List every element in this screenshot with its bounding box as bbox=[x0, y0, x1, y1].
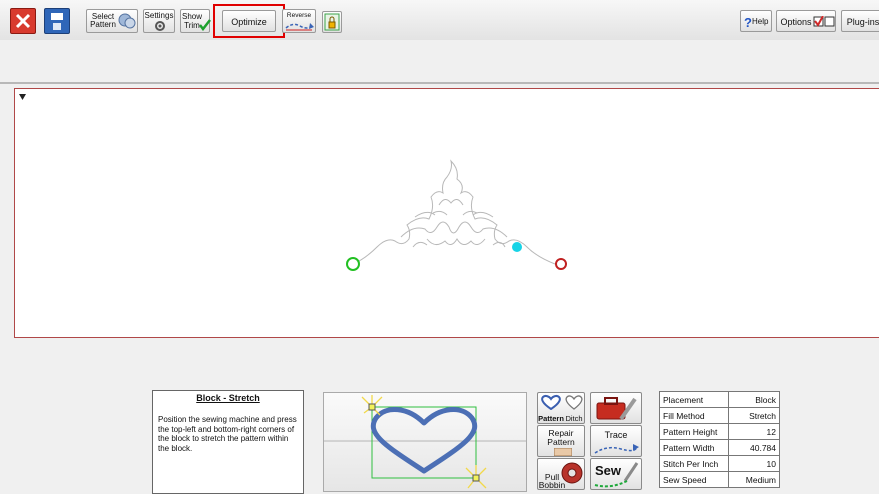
optimize-highlight-box bbox=[213, 4, 285, 38]
instructions-title: Block - Stretch bbox=[196, 393, 260, 403]
close-button[interactable] bbox=[10, 8, 36, 34]
start-point-marker bbox=[346, 257, 360, 271]
block-outline bbox=[371, 406, 477, 479]
heart-ditch-icon bbox=[565, 395, 583, 410]
help-label: Help bbox=[752, 17, 769, 26]
current-position-marker bbox=[512, 242, 522, 252]
close-icon bbox=[15, 13, 31, 29]
secondary-toolbar-area bbox=[0, 40, 879, 84]
origin-marker-icon bbox=[19, 94, 26, 100]
info-value: 40.784 bbox=[728, 439, 780, 456]
info-value: 12 bbox=[728, 423, 780, 440]
info-key: Pattern Height bbox=[659, 423, 729, 440]
trace-button[interactable]: Trace bbox=[590, 425, 642, 457]
repair-label-2: Pattern bbox=[547, 437, 575, 447]
save-icon bbox=[51, 13, 63, 30]
help-button[interactable]: ? Help bbox=[740, 10, 772, 32]
plugins-label: Plug-ins bbox=[846, 17, 879, 27]
info-value: Block bbox=[728, 391, 780, 408]
table-row: Pattern Height 12 bbox=[659, 423, 780, 440]
trace-arrow-icon bbox=[594, 444, 639, 454]
table-row: Sew Speed Medium bbox=[659, 471, 780, 488]
repair-pattern-button[interactable]: Repair Pattern bbox=[537, 425, 585, 457]
lock-icon bbox=[324, 13, 340, 31]
info-key: Sew Speed bbox=[659, 471, 729, 488]
sew-button[interactable]: Sew bbox=[590, 458, 642, 490]
toolbox-button[interactable] bbox=[590, 392, 642, 424]
pull-bobbin-button[interactable]: Pull Bobbin bbox=[537, 458, 585, 490]
table-row: Pattern Width 40.784 bbox=[659, 439, 780, 456]
info-key: Fill Method bbox=[659, 407, 729, 424]
select-pattern-icon bbox=[118, 13, 136, 29]
svg-text:?: ? bbox=[744, 15, 752, 29]
info-value: Stretch bbox=[728, 407, 780, 424]
block-preview[interactable] bbox=[323, 392, 527, 492]
reverse-arrow-icon bbox=[285, 23, 314, 31]
bottom-right-corner-marker bbox=[465, 465, 487, 489]
end-point-marker bbox=[555, 258, 567, 270]
options-button[interactable]: Options bbox=[776, 10, 836, 32]
main-toolbar: Select Pattern Settings Show Trim Optimi… bbox=[0, 0, 879, 41]
pull-label-2: Bobbin bbox=[538, 480, 566, 490]
toolbox-icon bbox=[596, 397, 637, 421]
ditch-label: Ditch bbox=[565, 414, 583, 423]
instructions-body: Position the sewing machine and press th… bbox=[158, 415, 297, 453]
pattern-label: Pattern bbox=[538, 414, 564, 423]
info-key: Placement bbox=[659, 391, 729, 408]
info-key: Pattern Width bbox=[659, 439, 729, 456]
heart-pattern-icon bbox=[541, 394, 561, 410]
table-row: Placement Block bbox=[659, 391, 780, 408]
lock-button[interactable] bbox=[322, 11, 342, 33]
select-pattern-button[interactable]: Select Pattern bbox=[86, 9, 138, 33]
settings-button[interactable]: Settings bbox=[143, 9, 175, 33]
sew-needle-icon bbox=[594, 462, 639, 488]
repair-label-1: Repair bbox=[548, 428, 574, 438]
pattern-mode-button[interactable]: Pattern Ditch bbox=[537, 392, 585, 424]
table-row: Fill Method Stretch bbox=[659, 407, 780, 424]
instructions-panel: Block - Stretch Position the sewing mach… bbox=[152, 390, 304, 494]
repair-swatch-icon bbox=[554, 448, 572, 456]
info-value: Medium bbox=[728, 471, 780, 488]
info-key: Stitch Per Inch bbox=[659, 455, 729, 472]
trace-label: Trace bbox=[604, 430, 628, 440]
save-button[interactable] bbox=[44, 8, 70, 34]
options-label: Options bbox=[780, 17, 812, 27]
settings-gear-icon bbox=[155, 21, 165, 31]
heart-shape bbox=[370, 407, 478, 474]
show-trim-toggle[interactable]: Show Trim bbox=[180, 9, 211, 33]
reverse-label: Reverse bbox=[286, 12, 312, 19]
options-checkbox-icon bbox=[813, 16, 835, 27]
show-trim-check-icon bbox=[199, 19, 211, 31]
settings-label: Settings bbox=[144, 11, 174, 20]
pattern-info-table: Placement Block Fill Method Stretch Patter… bbox=[659, 391, 780, 488]
select-pattern-label-2: Pattern bbox=[90, 20, 116, 29]
quilting-pattern bbox=[352, 159, 556, 265]
info-value: 10 bbox=[728, 455, 780, 472]
reverse-button[interactable]: Reverse bbox=[282, 9, 316, 33]
table-row: Stitch Per Inch 10 bbox=[659, 455, 780, 472]
pattern-canvas[interactable] bbox=[14, 88, 879, 338]
plugins-button[interactable]: Plug-ins bbox=[841, 10, 879, 32]
